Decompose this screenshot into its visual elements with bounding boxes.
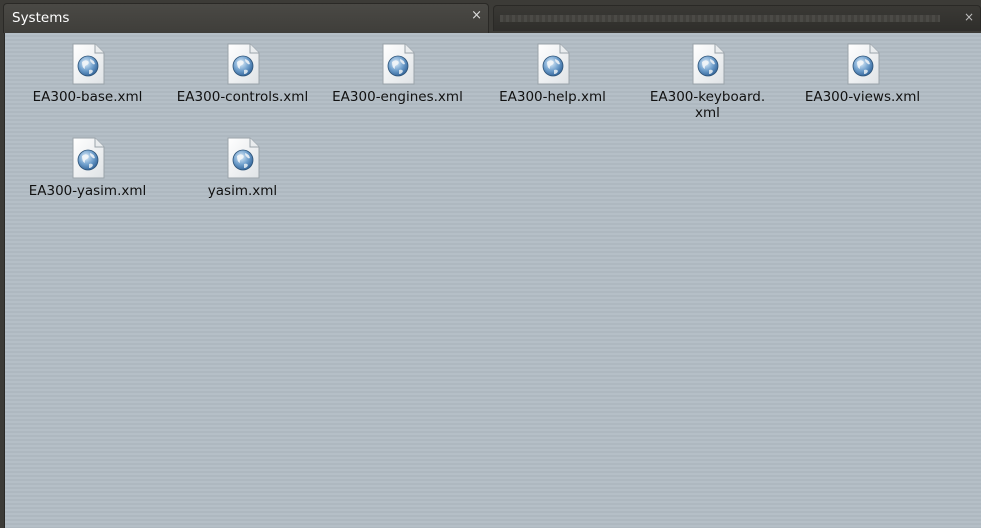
tab-secondary[interactable]: × [493, 5, 981, 31]
file-item[interactable]: EA300-controls.xml [165, 43, 320, 105]
file-name: EA300-help.xml [499, 89, 606, 105]
file-icon-view[interactable]: EA300-base.xml EA300-controls.xml EA300-… [4, 33, 981, 528]
tab-systems[interactable]: Systems × [3, 3, 489, 33]
close-second-tab-icon[interactable]: × [964, 10, 974, 24]
file-name: EA300-views.xml [804, 89, 921, 105]
file-item[interactable]: EA300-engines.xml [320, 43, 475, 105]
xml-document-icon [70, 137, 106, 179]
file-item[interactable]: EA300-views.xml [785, 43, 940, 105]
xml-document-icon [690, 43, 726, 85]
file-name: EA300-engines.xml [332, 89, 463, 105]
file-item[interactable]: EA300-keyboard. xml [630, 43, 785, 121]
xml-document-icon [225, 137, 261, 179]
file-name: yasim.xml [207, 183, 278, 199]
file-name: EA300-controls.xml [176, 89, 309, 105]
xml-document-icon [535, 43, 571, 85]
xml-document-icon [380, 43, 416, 85]
tab-secondary-label-blurred [500, 15, 940, 22]
file-name: EA300-yasim.xml [28, 183, 147, 199]
xml-document-icon [225, 43, 261, 85]
xml-document-icon [845, 43, 881, 85]
file-item[interactable]: yasim.xml [165, 137, 320, 199]
file-item[interactable]: EA300-yasim.xml [10, 137, 165, 199]
xml-document-icon [70, 43, 106, 85]
tab-title: Systems [12, 10, 70, 26]
tab-bar: Systems × × [0, 0, 981, 33]
close-tab-icon[interactable]: × [471, 8, 482, 24]
file-item[interactable]: EA300-base.xml [10, 43, 165, 105]
file-name: EA300-base.xml [32, 89, 143, 105]
file-item[interactable]: EA300-help.xml [475, 43, 630, 105]
file-name: EA300-keyboard. xml [649, 89, 766, 121]
